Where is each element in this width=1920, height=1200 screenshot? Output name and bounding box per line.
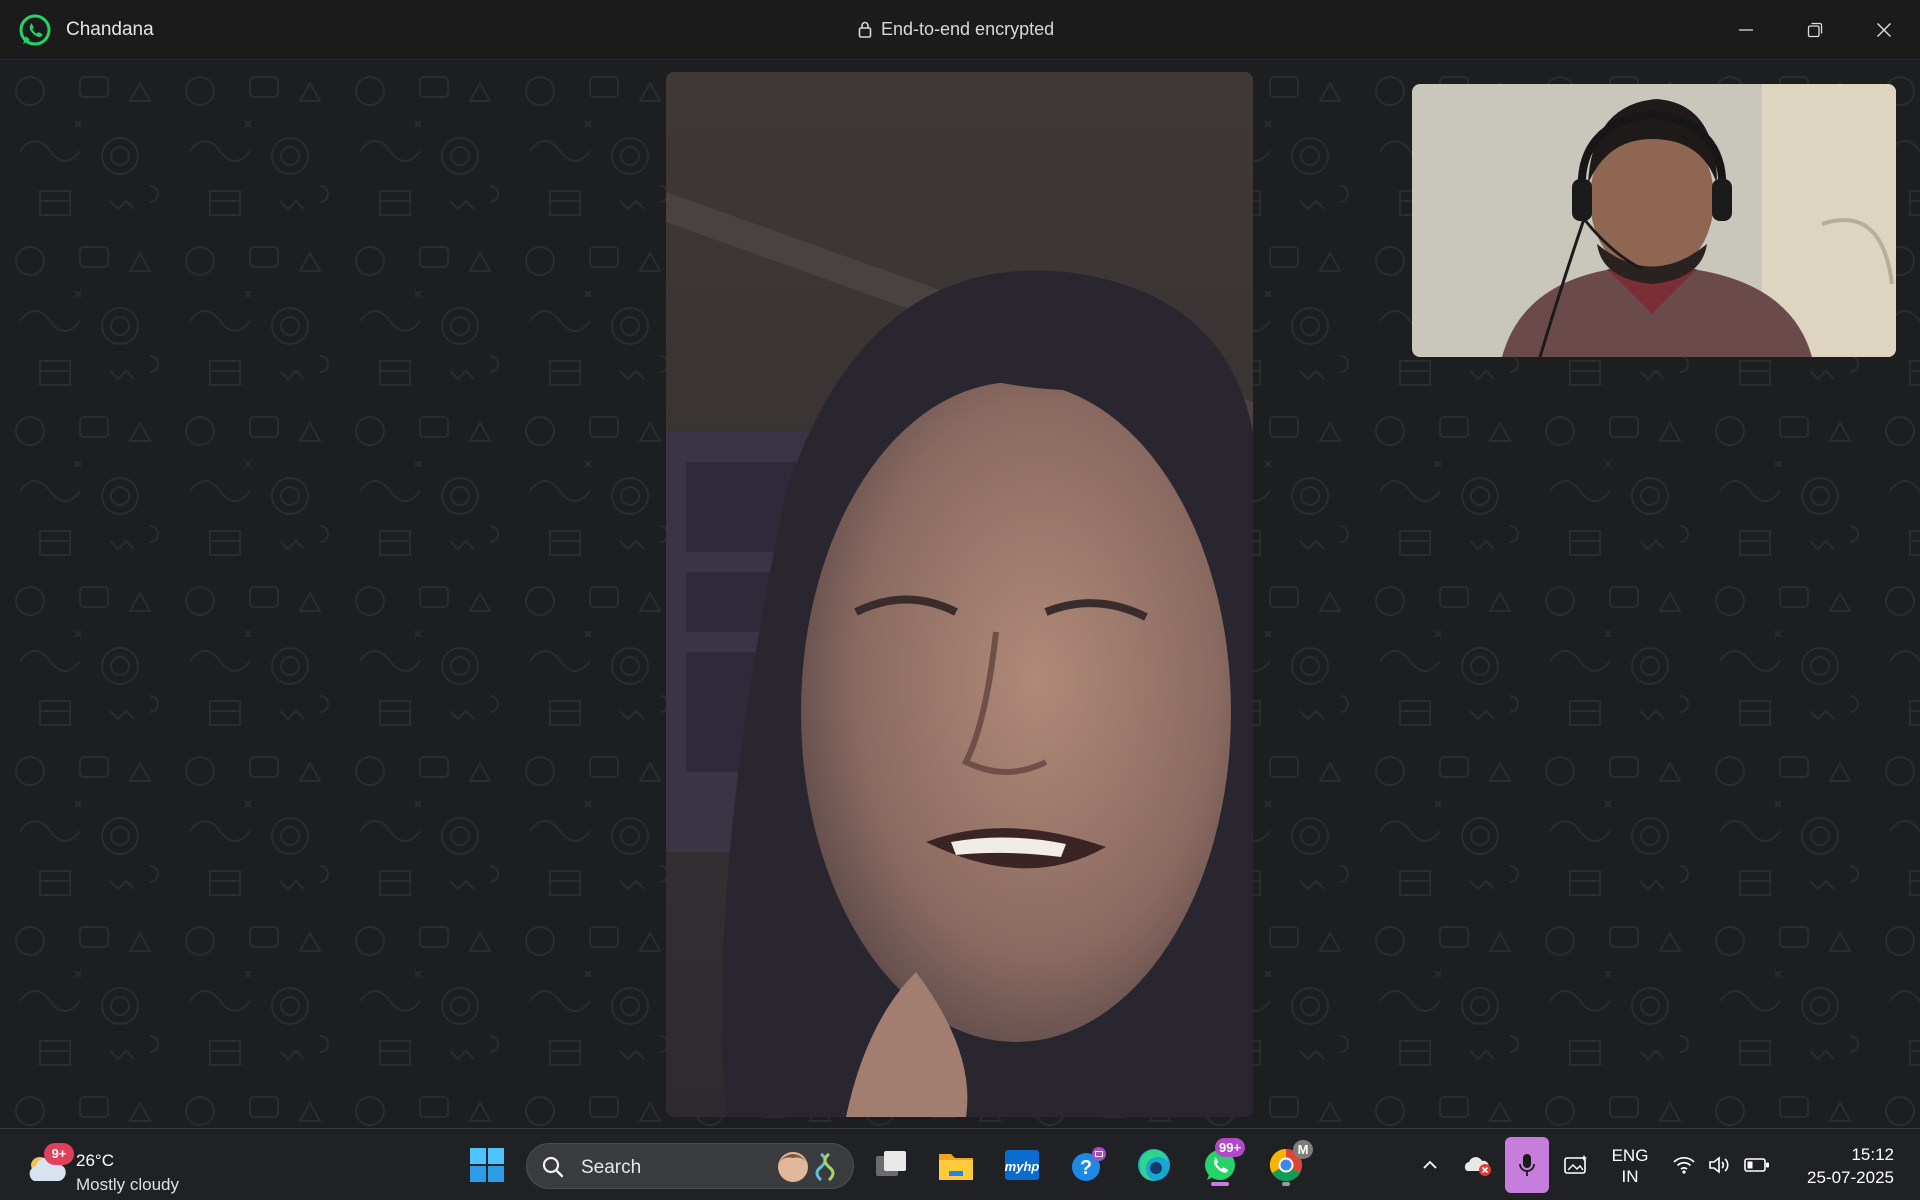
self-video (1412, 84, 1896, 357)
whatsapp-logo-icon (19, 14, 51, 46)
microphone-icon (1519, 1154, 1535, 1176)
microphone-button[interactable] (1504, 1129, 1550, 1200)
svg-text:myhp: myhp (1005, 1159, 1040, 1174)
myhp-icon: myhp (1005, 1150, 1040, 1180)
minimize-button[interactable] (1726, 10, 1766, 50)
temperature: 26°C (76, 1151, 114, 1170)
weather-badge: 9+ (44, 1143, 74, 1165)
lock-icon (858, 21, 872, 38)
get-help-icon: ? (1072, 1147, 1106, 1181)
weather-condition: Mostly cloudy (76, 1175, 179, 1194)
taskbar-search[interactable]: Search (526, 1143, 854, 1189)
myhp-button[interactable]: myhp (997, 1142, 1047, 1188)
task-view-icon (876, 1151, 906, 1176)
chevron-up-icon (1423, 1160, 1437, 1169)
chrome-button[interactable]: M (1261, 1140, 1313, 1188)
svg-text:?: ? (1080, 1157, 1092, 1179)
chrome-profile-badge: M (1293, 1140, 1313, 1159)
show-hidden-icons-button[interactable] (1410, 1129, 1450, 1200)
file-explorer-icon (939, 1154, 973, 1180)
volume-icon (1709, 1156, 1729, 1174)
copilot-tray-button[interactable] (1556, 1129, 1596, 1200)
task-view-button[interactable] (866, 1142, 916, 1188)
active-indicator (1211, 1182, 1229, 1186)
start-icon (470, 1148, 504, 1182)
running-indicator (1282, 1182, 1290, 1186)
date: 25-07-2025 (1807, 1168, 1894, 1187)
edge-icon (1138, 1149, 1170, 1181)
wifi-icon (1673, 1156, 1695, 1174)
weather-widget[interactable]: 9+ 26°C Mostly cloudy (24, 1139, 224, 1194)
encryption-status: End-to-end encrypted (858, 19, 1054, 40)
contact-name: Chandana (66, 19, 154, 40)
self-video-preview (1412, 84, 1896, 357)
remote-video-feed (666, 72, 1253, 1117)
close-icon (1877, 23, 1891, 37)
language-code: ENG (1611, 1146, 1649, 1165)
onedrive-status-button[interactable] (1456, 1129, 1500, 1200)
search-icon (542, 1156, 564, 1178)
clock[interactable]: 15:12 25-07-2025 (1780, 1143, 1894, 1189)
get-help-button[interactable]: ? (1063, 1142, 1113, 1188)
file-explorer-button[interactable] (931, 1142, 981, 1188)
whatsapp-badge: 99+ (1215, 1138, 1246, 1157)
onedrive-error-icon (1464, 1157, 1491, 1176)
language-indicator[interactable]: ENG IN (1600, 1145, 1660, 1187)
minimize-icon (1739, 29, 1753, 31)
restore-icon (1807, 22, 1823, 38)
image-sparkle-icon (1564, 1155, 1587, 1174)
taskbar: 9+ 26°C Mostly cloudy Search myhp ? 99+ … (0, 1128, 1920, 1200)
whatsapp-taskbar-button[interactable]: 99+ (1195, 1138, 1246, 1188)
close-button[interactable] (1864, 10, 1904, 50)
call-area (0, 61, 1920, 1128)
region-code: IN (1621, 1167, 1639, 1186)
restore-button[interactable] (1795, 10, 1835, 50)
quick-settings-button[interactable] (1668, 1129, 1774, 1200)
start-button[interactable] (462, 1142, 512, 1188)
title-bar: Chandana End-to-end encrypted (0, 0, 1920, 60)
time: 15:12 (1851, 1145, 1894, 1164)
microphone-active-indicator (1505, 1137, 1549, 1193)
encryption-label: End-to-end encrypted (881, 19, 1055, 39)
edge-button[interactable] (1129, 1142, 1179, 1188)
search-placeholder: Search (581, 1157, 642, 1178)
battery-icon (1744, 1158, 1769, 1172)
search-highlight-icon (778, 1152, 835, 1182)
remote-video (666, 72, 1253, 1117)
